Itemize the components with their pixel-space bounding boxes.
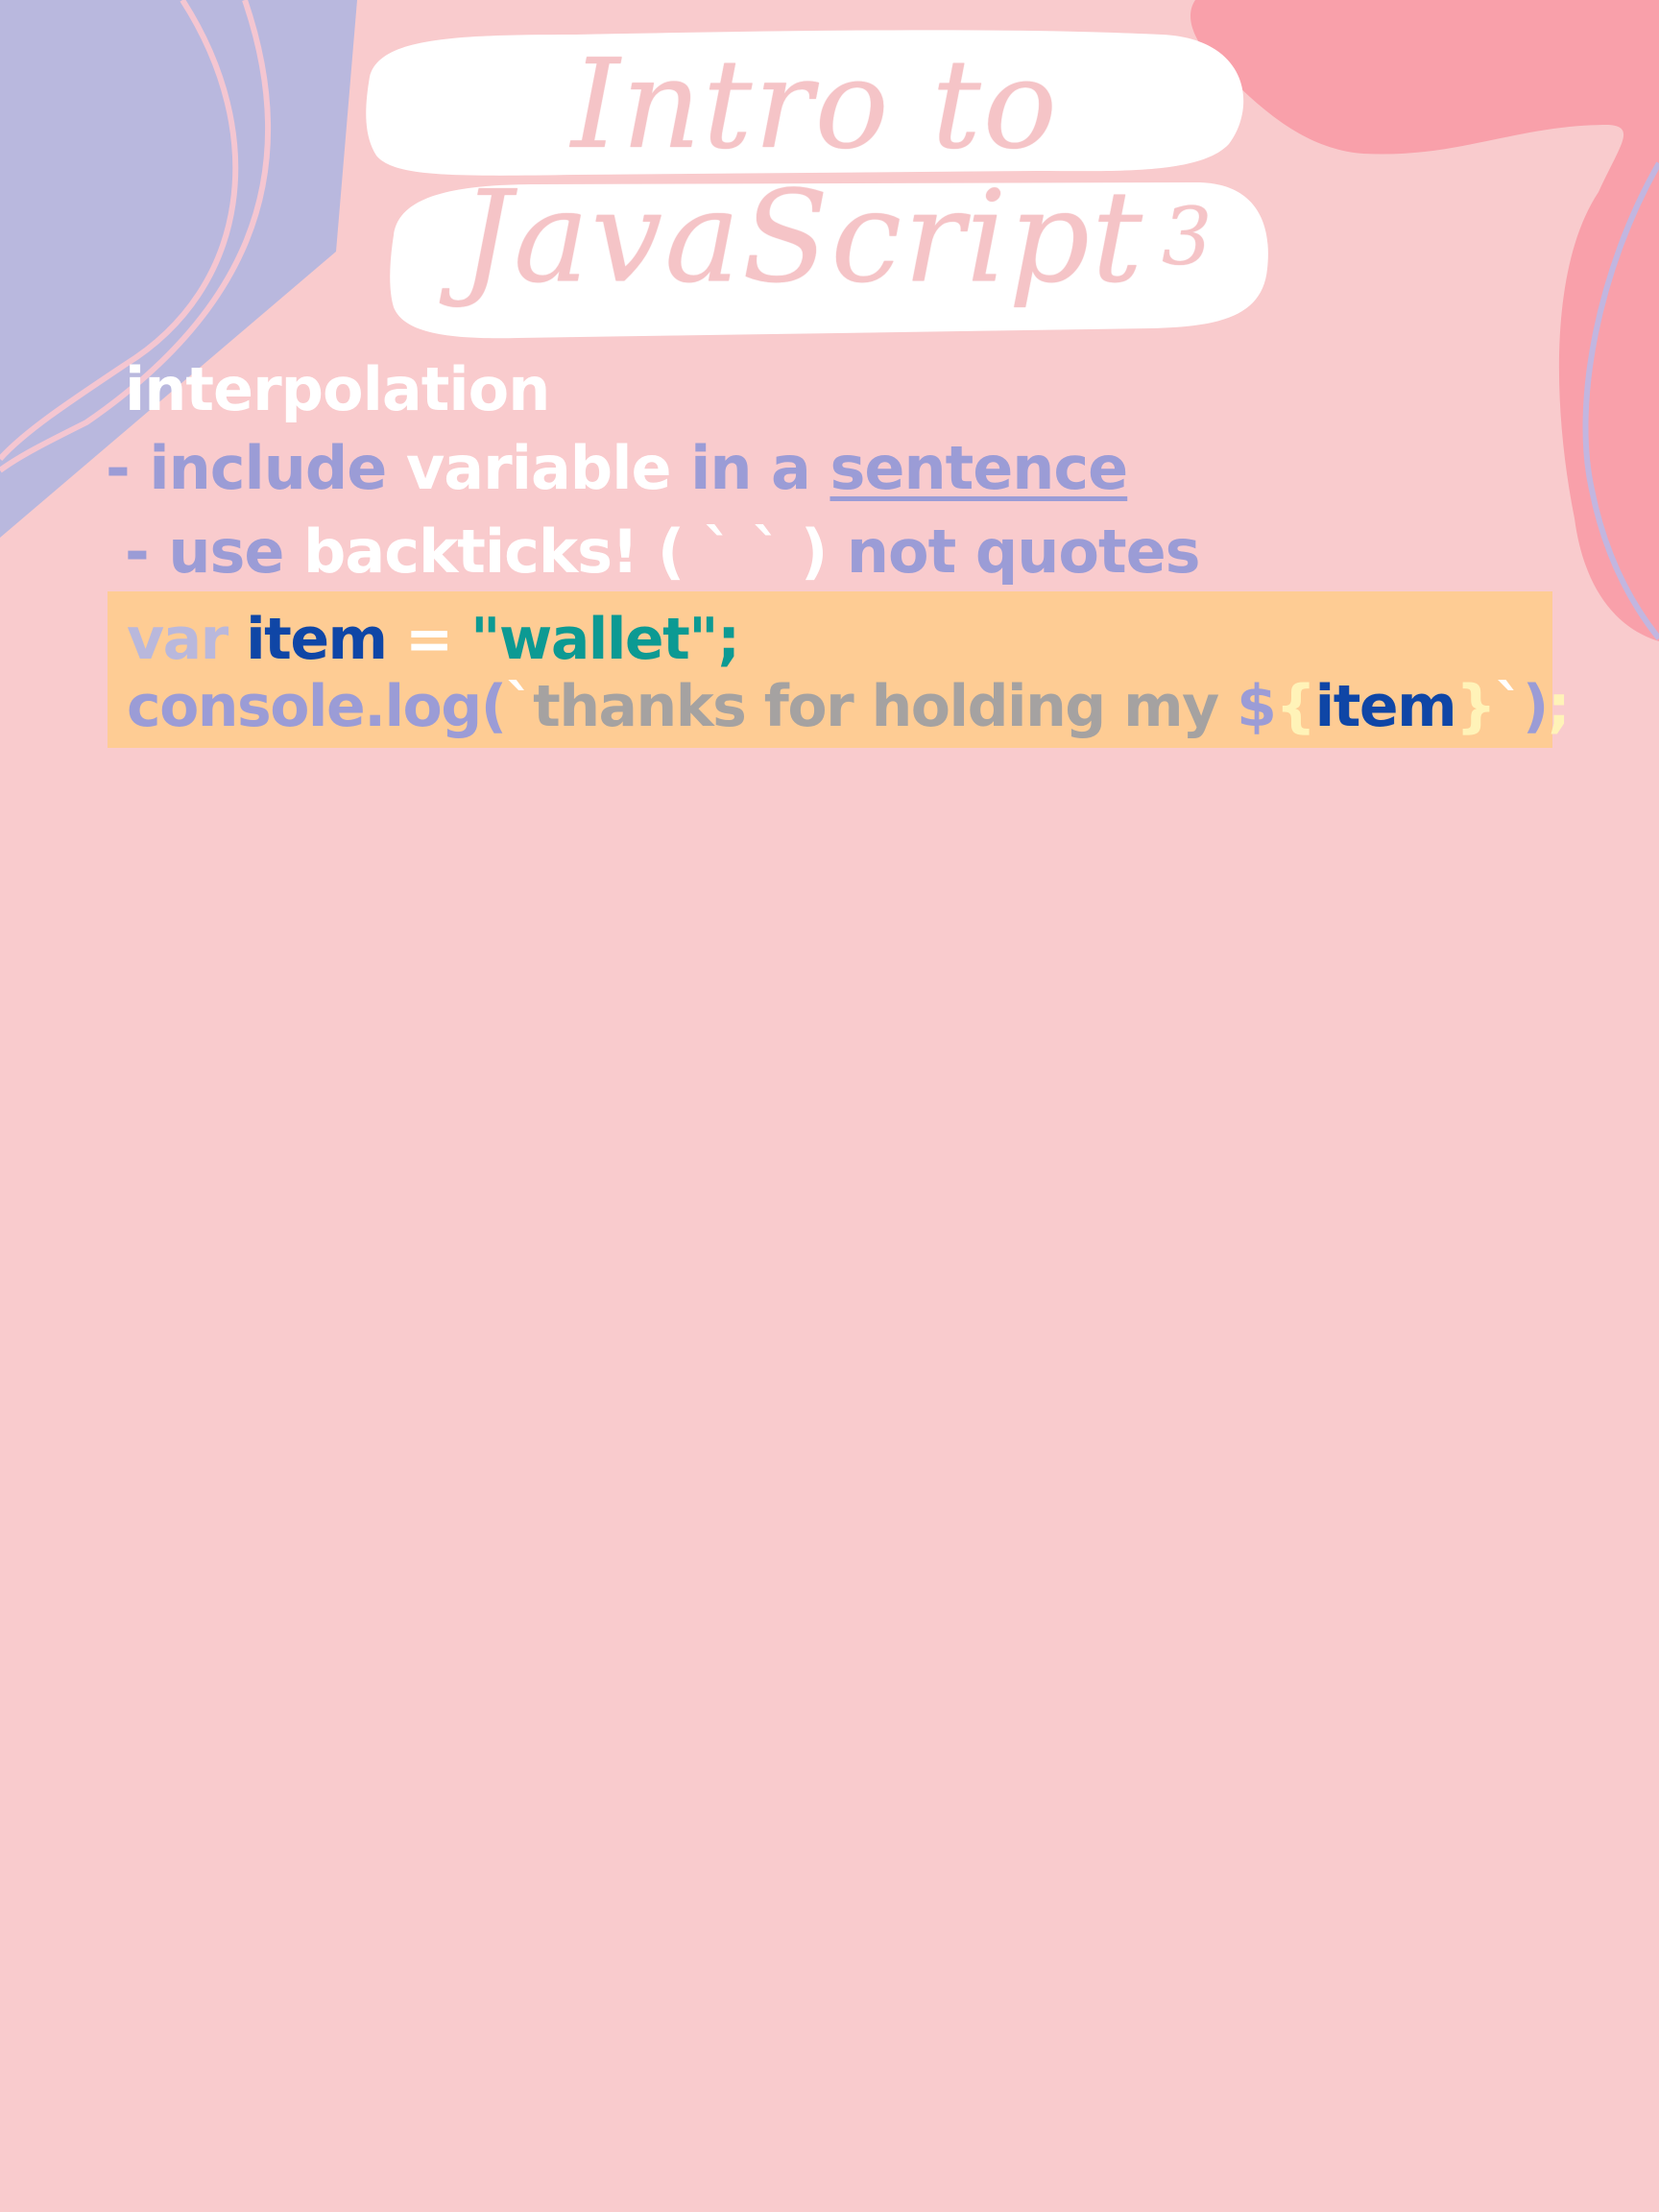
title-number: 3 <box>1162 192 1214 283</box>
code-string-literal: "wallet" <box>470 606 718 673</box>
code-brace-close: } <box>1455 673 1497 740</box>
pink-blob-shape <box>1190 0 1659 641</box>
bullet-text-backticks: backticks! ( ` ` ) <box>303 517 847 587</box>
bullet-dash: - <box>125 517 169 587</box>
code-brace-open: { <box>1275 673 1316 740</box>
code-line-declaration: var item = "wallet"; <box>127 605 740 674</box>
code-dollar-sign: $ <box>1237 673 1277 740</box>
decorative-background <box>0 0 1659 641</box>
bullet-include-variable: - include variable in a sentence <box>106 432 1128 505</box>
code-keyword-var: var <box>127 606 228 673</box>
section-heading: interpolation <box>125 354 550 424</box>
bullet-text-sentence: sentence <box>830 433 1128 503</box>
code-semicolon: ; <box>717 606 740 673</box>
bullet-text-in-a: in a <box>690 433 830 503</box>
code-backtick-open: ` <box>505 673 535 740</box>
title-line-intro: Intro to <box>571 38 1059 173</box>
bullet-dash: - <box>106 433 150 503</box>
bullet-text-variable: variable <box>405 433 691 503</box>
title-intro-text: Intro to <box>571 34 1059 177</box>
code-example-block: var item = "wallet"; console.log(`thanks… <box>108 591 1571 748</box>
bullet-text-not-quotes: not quotes <box>846 517 1201 587</box>
code-interpolated-variable: item <box>1314 673 1457 740</box>
code-backtick-close: ` <box>1495 673 1524 740</box>
title-javascript-text: JavaScript <box>461 163 1145 312</box>
code-semicolon: ; <box>1547 673 1571 740</box>
title-line-javascript: JavaScript 3 <box>461 168 1214 307</box>
code-console-log-call: console.log( <box>127 673 507 740</box>
bullet-text-use: use <box>168 517 304 587</box>
code-template-text: thanks for holding my <box>533 673 1238 740</box>
code-line-console-log: console.log(`thanks for holding my ${ite… <box>127 672 1571 741</box>
code-variable-name: item <box>246 606 388 673</box>
bullet-use-backticks: - use backticks! ( ` ` ) not quotes <box>125 516 1201 589</box>
code-equals: = <box>404 606 453 673</box>
code-paren-close: ) <box>1522 673 1549 740</box>
bullet-text-include: include <box>149 433 406 503</box>
